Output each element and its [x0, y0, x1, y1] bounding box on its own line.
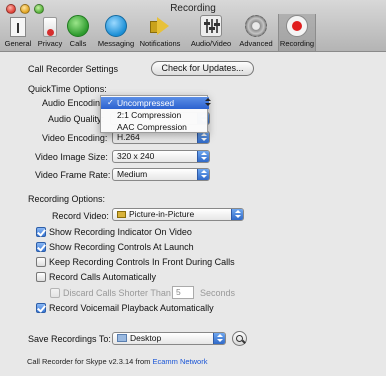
gear-icon: [245, 15, 267, 37]
record-voicemail-checkbox[interactable]: [36, 303, 46, 313]
call-recorder-settings-label: Call Recorder Settings: [28, 64, 119, 74]
tab-notifications-label: Notifications: [139, 39, 181, 48]
menu-item-uncompressed[interactable]: ✓ Uncompressed: [101, 97, 211, 109]
record-video-select[interactable]: Picture-in-Picture: [112, 208, 244, 221]
show-controls-label: Show Recording Controls At Launch: [49, 242, 194, 252]
ecamm-network-link[interactable]: Ecamm Network: [152, 357, 207, 366]
video-encoding-value: H.264: [117, 132, 140, 142]
chevron-updown-icon: [197, 151, 209, 162]
discard-seconds-unit: Seconds: [200, 288, 236, 298]
chevron-updown-icon: [197, 169, 209, 180]
audio-quality-label: Audio Quality:: [48, 114, 105, 124]
menu-item-uncompressed-label: Uncompressed: [117, 98, 175, 108]
footer: Call Recorder for Skype v2.3.14 from Eca…: [27, 357, 207, 366]
show-indicator-label: Show Recording Indicator On Video: [49, 227, 192, 237]
folder-icon: [117, 334, 127, 342]
titlebar: Recording General Privacy Calls Messagin…: [0, 0, 386, 52]
quicktime-options-heading: QuickTime Options:: [28, 84, 107, 94]
preferences-window: Recording General Privacy Calls Messagin…: [0, 0, 386, 376]
record-icon: [286, 15, 308, 37]
messaging-icon: [105, 15, 127, 37]
window-title: Recording: [170, 3, 216, 14]
menu-item-aac-compression-label: AAC Compression: [117, 122, 187, 132]
privacy-icon: [43, 17, 57, 37]
general-icon: [10, 17, 26, 37]
chevron-updown-icon: [213, 333, 225, 344]
tab-audio-video-label: Audio/Video: [190, 39, 232, 48]
video-image-size-label: Video Image Size:: [35, 152, 108, 162]
tab-calls[interactable]: Calls: [67, 15, 89, 50]
record-calls-automatically-label: Record Calls Automatically: [49, 272, 157, 282]
record-video-label: Record Video:: [52, 211, 109, 221]
search-icon[interactable]: [232, 331, 247, 346]
save-recordings-label: Save Recordings To:: [28, 334, 111, 344]
check-for-updates-button[interactable]: Check for Updates...: [151, 61, 254, 76]
tab-audio-video[interactable]: Audio/Video: [191, 15, 231, 50]
chevron-updown-icon: [231, 209, 243, 220]
discard-calls-checkbox[interactable]: [50, 288, 60, 298]
keep-controls-front-checkbox[interactable]: [36, 257, 46, 267]
checkmark-icon: ✓: [107, 98, 114, 107]
video-encoding-label: Video Encoding:: [42, 133, 108, 143]
discard-calls-label: Discard Calls Shorter Than: [63, 288, 171, 298]
save-recordings-select[interactable]: Desktop: [112, 332, 226, 345]
video-frame-rate-select[interactable]: Medium: [112, 168, 210, 181]
record-video-value: Picture-in-Picture: [129, 209, 195, 219]
footer-text: Call Recorder for Skype v2.3.14 from: [27, 357, 153, 366]
notifications-icon: [148, 15, 172, 37]
record-voicemail-label: Record Voicemail Playback Automatically: [49, 303, 214, 313]
video-frame-rate-label: Video Frame Rate:: [35, 170, 111, 180]
tab-calls-label: Calls: [69, 39, 87, 48]
menu-item-aac-compression[interactable]: AAC Compression: [101, 121, 209, 133]
show-indicator-checkbox[interactable]: [36, 227, 46, 237]
chevron-updown-icon: [197, 132, 209, 143]
show-controls-checkbox[interactable]: [36, 242, 46, 252]
audio-encoding-menu: ✓ Uncompressed 2:1 Compression AAC Compr…: [100, 95, 211, 133]
menu-item-2-1-compression-label: 2:1 Compression: [117, 110, 182, 120]
tab-recording[interactable]: Recording: [278, 14, 316, 52]
video-image-size-select[interactable]: 320 x 240: [112, 150, 210, 163]
keep-controls-front-label: Keep Recording Controls In Front During …: [49, 257, 235, 267]
record-calls-automatically-checkbox[interactable]: [36, 272, 46, 282]
tab-notifications[interactable]: Notifications: [140, 15, 180, 50]
picture-in-picture-icon: [117, 211, 126, 218]
tab-messaging[interactable]: Messaging: [98, 15, 134, 50]
recording-options-heading: Recording Options:: [28, 194, 106, 204]
tab-recording-label: Recording: [279, 39, 315, 48]
video-frame-rate-value: Medium: [117, 169, 148, 179]
calls-icon: [67, 15, 89, 37]
tab-advanced[interactable]: Advanced: [239, 15, 273, 50]
audio-video-icon: [200, 15, 222, 37]
menu-item-2-1-compression[interactable]: 2:1 Compression: [101, 109, 209, 121]
video-image-size-value: 320 x 240: [117, 151, 155, 161]
discard-seconds-input[interactable]: 5: [172, 286, 194, 299]
tab-messaging-label: Messaging: [97, 39, 135, 48]
audio-encoding-label: Audio Encoding:: [42, 98, 108, 108]
chevron-updown-icon: [203, 98, 213, 108]
save-recordings-value: Desktop: [130, 333, 162, 343]
